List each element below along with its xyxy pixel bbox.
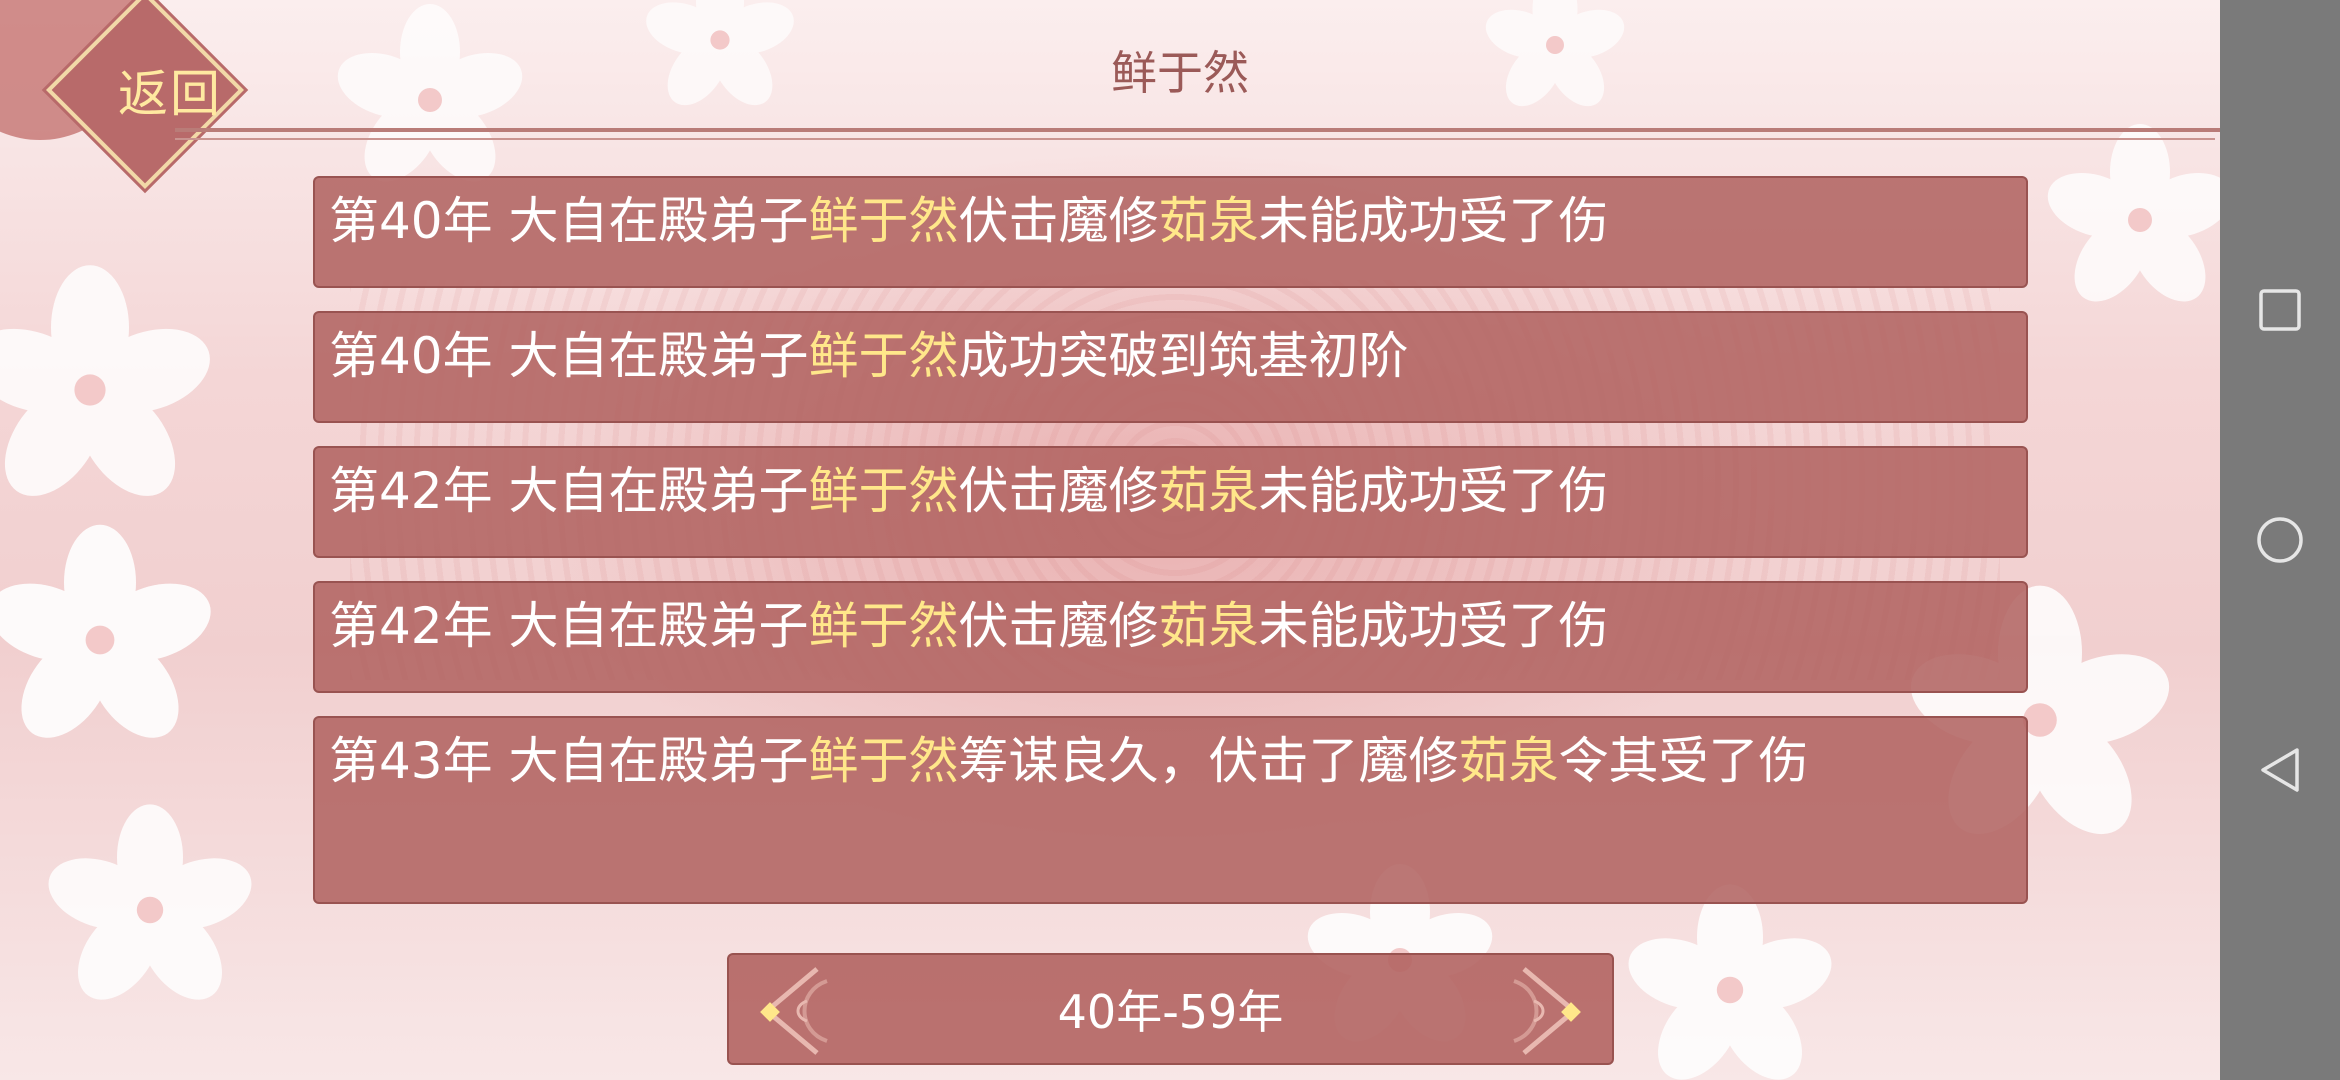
entry-text: 未能成功受了伤	[1258, 597, 1609, 655]
event-log-entry: 第42年 大自在殿弟子鲜于然伏击魔修茹泉未能成功受了伤	[313, 581, 2028, 693]
recent-apps-icon[interactable]	[2250, 280, 2310, 340]
back-icon[interactable]	[2250, 740, 2310, 800]
blossom-decoration	[40, 800, 260, 1020]
event-log-entry: 第40年 大自在殿弟子鲜于然成功突破到筑基初阶	[313, 311, 2028, 423]
event-log-entry: 第42年 大自在殿弟子鲜于然伏击魔修茹泉未能成功受了伤	[313, 446, 2028, 558]
entry-name-highlight: 茹泉	[1158, 192, 1259, 250]
entry-name-highlight: 茹泉	[1158, 462, 1259, 520]
page-title: 鲜于然	[1111, 46, 1249, 100]
entry-year: 第42年	[329, 462, 493, 520]
entry-text: 伏击魔修	[958, 192, 1159, 250]
year-range-pager: 40年-59年	[727, 953, 1614, 1065]
event-log-entry: 第40年 大自在殿弟子鲜于然伏击魔修茹泉未能成功受了伤	[313, 176, 2028, 288]
entry-text: 大自在殿弟子	[492, 192, 809, 250]
year-range-label: 40年-59年	[1057, 985, 1284, 1039]
entry-text: 大自在殿弟子	[492, 327, 809, 385]
event-log-entry: 第43年 大自在殿弟子鲜于然筹谋良久，伏击了魔修茹泉令其受了伤	[313, 716, 2028, 904]
entry-name-highlight: 鲜于然	[808, 192, 959, 250]
entry-name-highlight: 鲜于然	[808, 597, 959, 655]
ornate-arrow-right-icon[interactable]	[1504, 961, 1594, 1061]
entry-name-highlight: 茹泉	[1158, 597, 1259, 655]
system-navigation-bar	[2220, 0, 2340, 1080]
entry-year: 第43年	[329, 732, 493, 790]
entry-text: 大自在殿弟子	[492, 597, 809, 655]
entry-text: 筹谋良久，伏击了魔修	[958, 732, 1459, 790]
blossom-decoration	[0, 520, 220, 760]
entry-text: 令其受了伤	[1558, 732, 1809, 790]
blossom-decoration	[1620, 880, 1840, 1080]
entry-text: 未能成功受了伤	[1258, 462, 1609, 520]
entry-name-highlight: 鲜于然	[808, 732, 959, 790]
entry-text: 未能成功受了伤	[1258, 192, 1609, 250]
blossom-decoration	[640, 0, 800, 120]
home-icon[interactable]	[2250, 510, 2310, 570]
header-divider-thin	[175, 138, 2215, 140]
header-divider	[175, 128, 2230, 132]
entry-name-highlight: 鲜于然	[808, 327, 959, 385]
blossom-decoration	[0, 260, 220, 520]
entry-text: 成功突破到筑基初阶	[958, 327, 1409, 385]
entry-name-highlight: 茹泉	[1458, 732, 1559, 790]
blossom-decoration	[2040, 120, 2220, 320]
entry-name-highlight: 鲜于然	[808, 462, 959, 520]
blossom-decoration	[1480, 0, 1630, 120]
back-button[interactable]: 返回	[95, 50, 245, 130]
blossom-decoration	[330, 0, 530, 200]
entry-text: 伏击魔修	[958, 462, 1159, 520]
entry-year: 第40年	[329, 192, 493, 250]
entry-text: 大自在殿弟子	[492, 462, 809, 520]
entry-text: 大自在殿弟子	[492, 732, 809, 790]
entry-year: 第42年	[329, 597, 493, 655]
entry-text: 伏击魔修	[958, 597, 1159, 655]
entry-year: 第40年	[329, 327, 493, 385]
